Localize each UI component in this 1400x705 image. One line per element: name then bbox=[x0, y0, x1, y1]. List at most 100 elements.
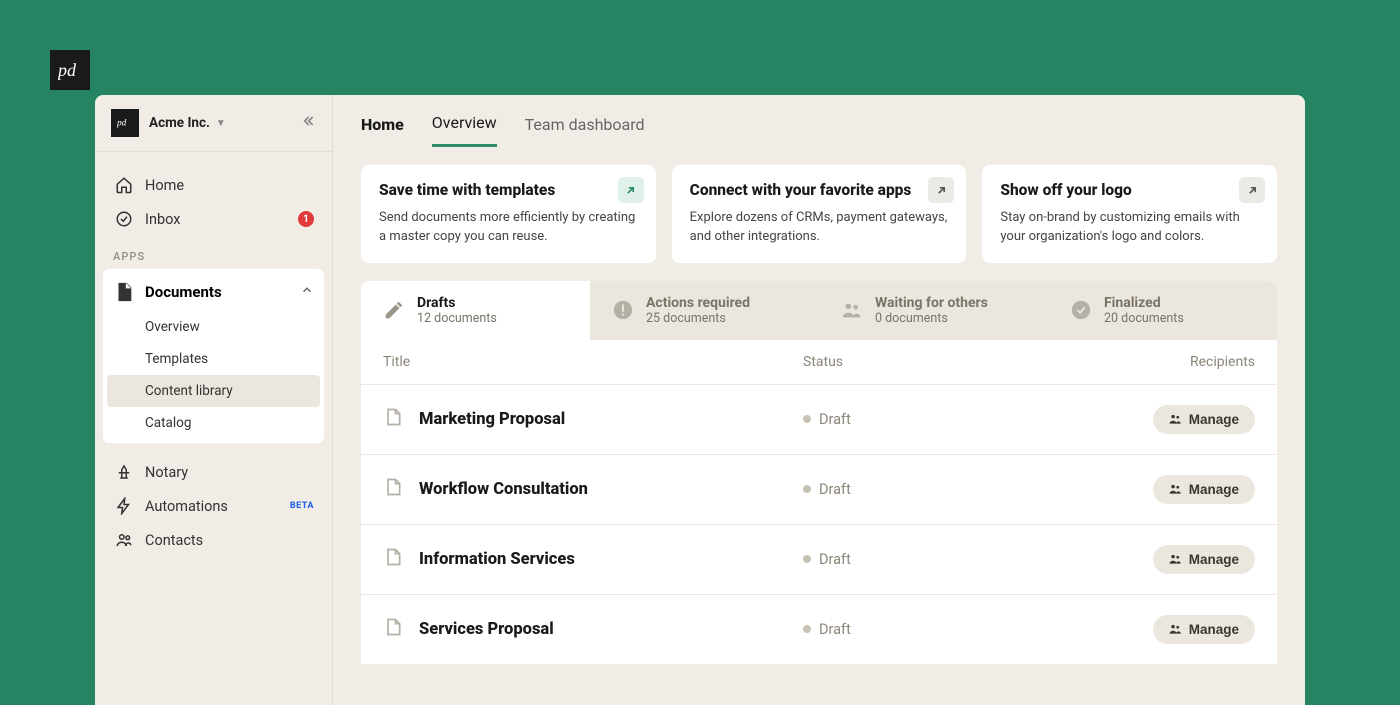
status-title: Finalized bbox=[1104, 295, 1184, 311]
tab-team-dashboard[interactable]: Team dashboard bbox=[525, 115, 645, 146]
chevron-up-icon bbox=[300, 283, 314, 301]
doc-title: Marketing Proposal bbox=[419, 410, 803, 429]
promo-integrations-card[interactable]: Connect with your favorite apps Explore … bbox=[672, 165, 967, 263]
svg-text:pd: pd bbox=[58, 60, 77, 80]
table-header: Title Status Recipients bbox=[361, 340, 1277, 385]
manage-button[interactable]: Manage bbox=[1153, 405, 1255, 434]
promo-body: Stay on-brand by customizing emails with… bbox=[1000, 209, 1259, 247]
doc-status: Draft bbox=[803, 551, 1123, 568]
file-icon bbox=[383, 407, 403, 431]
documents-table: Title Status Recipients Marketing Propos… bbox=[361, 340, 1277, 664]
caret-down-icon: ▼ bbox=[216, 118, 226, 129]
col-recipients: Recipients bbox=[1123, 354, 1255, 370]
alert-icon bbox=[612, 299, 634, 321]
table-row[interactable]: Information Services Draft Manage bbox=[361, 525, 1277, 595]
nav-automations-label: Automations bbox=[145, 498, 228, 515]
promo-title: Show off your logo bbox=[1000, 181, 1259, 199]
table-row[interactable]: Marketing Proposal Draft Manage bbox=[361, 385, 1277, 455]
promo-title: Connect with your favorite apps bbox=[690, 181, 949, 199]
table-row[interactable]: Workflow Consultation Draft Manage bbox=[361, 455, 1277, 525]
nav-inbox-label: Inbox bbox=[145, 211, 180, 228]
apps-section-label: APPS bbox=[95, 236, 332, 269]
status-dot-icon bbox=[803, 485, 811, 493]
nav-documents-catalog[interactable]: Catalog bbox=[103, 407, 324, 439]
nav-automations[interactable]: Automations BETA bbox=[103, 489, 324, 523]
org-logo-icon: pd bbox=[111, 109, 139, 137]
status-title: Waiting for others bbox=[875, 295, 988, 311]
people-icon bbox=[841, 299, 863, 321]
arrow-icon bbox=[618, 177, 644, 203]
doc-status: Draft bbox=[803, 411, 1123, 428]
nav-documents-group: Documents Overview Templates Content lib… bbox=[103, 269, 324, 443]
status-tab-waiting[interactable]: Waiting for others 0 documents bbox=[819, 281, 1048, 340]
nav-inbox[interactable]: Inbox 1 bbox=[103, 202, 324, 236]
check-circle-icon bbox=[1070, 299, 1092, 321]
org-name: Acme Inc. bbox=[149, 115, 210, 131]
main-content: Home Overview Team dashboard Save time w… bbox=[333, 95, 1305, 705]
status-sub: 0 documents bbox=[875, 311, 988, 326]
promo-templates-card[interactable]: Save time with templates Send documents … bbox=[361, 165, 656, 263]
nav-documents-content-library[interactable]: Content library bbox=[107, 375, 320, 407]
svg-text:pd: pd bbox=[117, 119, 127, 129]
status-sub: 20 documents bbox=[1104, 311, 1184, 326]
col-status: Status bbox=[803, 354, 1123, 370]
nav-home-label: Home bbox=[145, 177, 184, 194]
bolt-icon bbox=[113, 497, 135, 515]
pencil-icon bbox=[383, 299, 405, 321]
status-sub: 12 documents bbox=[417, 311, 497, 326]
home-icon bbox=[113, 176, 135, 194]
status-sub: 25 documents bbox=[646, 311, 750, 326]
notary-icon bbox=[113, 463, 135, 481]
status-tab-drafts[interactable]: Drafts 12 documents bbox=[361, 281, 590, 340]
promo-title: Save time with templates bbox=[379, 181, 638, 199]
nav-home[interactable]: Home bbox=[103, 168, 324, 202]
org-switcher[interactable]: pd Acme Inc. ▼ bbox=[95, 109, 332, 152]
status-dot-icon bbox=[803, 625, 811, 633]
nav-contacts-label: Contacts bbox=[145, 532, 203, 549]
doc-title: Services Proposal bbox=[419, 620, 803, 639]
sidebar: pd Acme Inc. ▼ Home Inbox 1 APPS Docu bbox=[95, 95, 333, 705]
app-window: pd Acme Inc. ▼ Home Inbox 1 APPS Docu bbox=[95, 95, 1305, 705]
tab-overview[interactable]: Overview bbox=[432, 113, 497, 147]
nav-documents[interactable]: Documents bbox=[103, 273, 324, 311]
promo-branding-card[interactable]: Show off your logo Stay on-brand by cust… bbox=[982, 165, 1277, 263]
nav-notary-label: Notary bbox=[145, 464, 188, 481]
promo-body: Send documents more efficiently by creat… bbox=[379, 209, 638, 247]
nav-contacts[interactable]: Contacts bbox=[103, 523, 324, 557]
col-title: Title bbox=[383, 354, 803, 370]
file-icon bbox=[383, 547, 403, 571]
nav-notary[interactable]: Notary bbox=[103, 455, 324, 489]
nav-documents-overview[interactable]: Overview bbox=[103, 311, 324, 343]
pandadoc-logo-badge: pd bbox=[50, 50, 90, 90]
inbox-icon bbox=[113, 210, 135, 228]
file-icon bbox=[383, 477, 403, 501]
file-icon bbox=[383, 617, 403, 641]
status-title: Actions required bbox=[646, 295, 750, 311]
status-dot-icon bbox=[803, 555, 811, 563]
doc-title: Workflow Consultation bbox=[419, 480, 803, 499]
promo-cards-row: Save time with templates Send documents … bbox=[333, 147, 1305, 281]
doc-title: Information Services bbox=[419, 550, 803, 569]
nav-documents-templates[interactable]: Templates bbox=[103, 343, 324, 375]
collapse-sidebar-button[interactable] bbox=[300, 113, 316, 133]
doc-status: Draft bbox=[803, 481, 1123, 498]
arrow-icon bbox=[928, 177, 954, 203]
beta-badge: BETA bbox=[290, 501, 314, 511]
inbox-count-badge: 1 bbox=[298, 211, 314, 227]
top-tabs: Home Overview Team dashboard bbox=[333, 95, 1305, 147]
status-title: Drafts bbox=[417, 295, 497, 311]
nav-documents-label: Documents bbox=[145, 283, 222, 301]
manage-button[interactable]: Manage bbox=[1153, 475, 1255, 504]
tab-home[interactable]: Home bbox=[361, 115, 404, 146]
status-tab-actions[interactable]: Actions required 25 documents bbox=[590, 281, 819, 340]
table-row[interactable]: Services Proposal Draft Manage bbox=[361, 595, 1277, 664]
manage-button[interactable]: Manage bbox=[1153, 615, 1255, 644]
status-dot-icon bbox=[803, 415, 811, 423]
promo-body: Explore dozens of CRMs, payment gateways… bbox=[690, 209, 949, 247]
document-icon bbox=[113, 281, 135, 303]
status-tab-finalized[interactable]: Finalized 20 documents bbox=[1048, 281, 1277, 340]
manage-button[interactable]: Manage bbox=[1153, 545, 1255, 574]
doc-status: Draft bbox=[803, 621, 1123, 638]
arrow-icon bbox=[1239, 177, 1265, 203]
status-filter-strip: Drafts 12 documents Actions required 25 … bbox=[361, 281, 1277, 340]
